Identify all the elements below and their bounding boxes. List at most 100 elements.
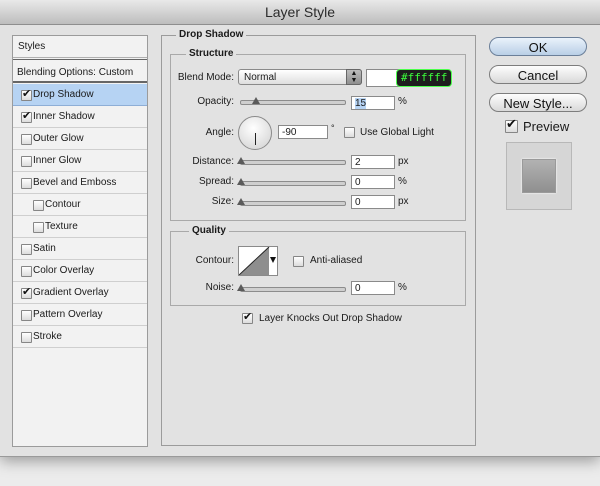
global-light-checkbox[interactable] bbox=[344, 127, 355, 138]
styles-list: Styles Blending Options: Custom ✔ Drop Sh… bbox=[12, 35, 148, 447]
style-item-satin[interactable]: Satin bbox=[13, 238, 147, 260]
style-item-label: Pattern Overlay bbox=[33, 309, 103, 320]
styles-header[interactable]: Styles bbox=[13, 36, 147, 58]
distance-unit: px bbox=[398, 156, 409, 167]
spread-unit: % bbox=[398, 176, 407, 187]
style-item-pattern-overlay[interactable]: Pattern Overlay bbox=[13, 304, 147, 326]
noise-input[interactable]: 0 bbox=[351, 281, 395, 295]
spread-input[interactable]: 0 bbox=[351, 175, 395, 189]
structure-title: Structure bbox=[186, 48, 237, 59]
knockout-check-icon: ✔ bbox=[243, 311, 253, 323]
quality-title: Quality bbox=[189, 225, 229, 236]
blending-options-item[interactable]: Blending Options: Custom bbox=[13, 59, 147, 83]
style-item-drop-shadow[interactable]: ✔ Drop Shadow bbox=[13, 84, 147, 106]
opacity-unit: % bbox=[398, 96, 407, 107]
style-item-label: Bevel and Emboss bbox=[33, 177, 117, 188]
blend-mode-arrows-icon[interactable]: ▲ ▼ bbox=[346, 69, 362, 85]
new-style-button[interactable]: New Style... bbox=[489, 93, 587, 112]
check-icon: ✔ bbox=[22, 110, 32, 122]
size-label: Size: bbox=[211, 196, 234, 207]
blend-mode-select[interactable]: Normal bbox=[238, 69, 362, 85]
style-item-texture[interactable]: Texture bbox=[13, 216, 147, 238]
distance-slider-track[interactable] bbox=[240, 160, 346, 165]
contour-label: Contour: bbox=[195, 255, 234, 266]
size-slider-track[interactable] bbox=[240, 201, 346, 206]
noise-slider-track[interactable] bbox=[240, 287, 346, 292]
style-item-label: Inner Glow bbox=[33, 155, 82, 166]
style-item-checkbox[interactable] bbox=[21, 244, 32, 255]
contour-picker[interactable] bbox=[238, 246, 278, 276]
opacity-label: Opacity: bbox=[197, 96, 234, 107]
quality-group bbox=[170, 231, 466, 306]
shadow-color-hex: #ffffff bbox=[396, 69, 453, 87]
style-item-checkbox[interactable] bbox=[21, 332, 32, 343]
spread-slider-thumb[interactable] bbox=[237, 178, 245, 185]
style-item-label: Outer Glow bbox=[33, 133, 84, 144]
angle-label: Angle: bbox=[205, 127, 234, 138]
angle-input[interactable]: -90 bbox=[278, 125, 328, 139]
style-preview bbox=[506, 142, 572, 210]
style-item-label: Gradient Overlay bbox=[33, 287, 109, 298]
opacity-slider-thumb[interactable] bbox=[251, 97, 260, 104]
style-item-stroke[interactable]: Stroke bbox=[13, 326, 147, 348]
style-item-contour[interactable]: Contour bbox=[13, 194, 147, 216]
check-icon: ✔ bbox=[22, 286, 32, 298]
style-item-label: Contour bbox=[45, 199, 81, 210]
angle-unit: ° bbox=[331, 123, 335, 133]
style-preview-swatch bbox=[522, 159, 556, 193]
style-item-label: Color Overlay bbox=[33, 265, 95, 276]
style-item-checkbox[interactable] bbox=[33, 222, 44, 233]
check-icon: ✔ bbox=[22, 88, 32, 100]
cancel-button[interactable]: Cancel bbox=[489, 65, 587, 84]
style-item-outer-glow[interactable]: Outer Glow bbox=[13, 128, 147, 150]
style-item-checkbox[interactable] bbox=[33, 200, 44, 211]
anti-aliased-label: Anti-aliased bbox=[310, 255, 363, 266]
size-input[interactable]: 0 bbox=[351, 195, 395, 209]
style-item-checkbox[interactable]: ✔ bbox=[21, 286, 32, 299]
blend-mode-label: Blend Mode: bbox=[177, 72, 234, 83]
distance-input[interactable]: 2 bbox=[351, 155, 395, 169]
knockout-checkbox[interactable]: ✔ bbox=[242, 311, 253, 324]
distance-label: Distance: bbox=[192, 156, 234, 167]
style-item-color-overlay[interactable]: Color Overlay bbox=[13, 260, 147, 282]
style-item-checkbox[interactable] bbox=[21, 156, 32, 167]
preview-checkbox[interactable]: ✔ bbox=[505, 116, 518, 133]
style-item-label: Inner Shadow bbox=[33, 111, 95, 122]
angle-needle-icon bbox=[255, 133, 256, 145]
window-title: Layer Style bbox=[0, 0, 600, 25]
style-item-checkbox[interactable] bbox=[21, 134, 32, 145]
noise-slider-thumb[interactable] bbox=[237, 284, 245, 291]
noise-unit: % bbox=[398, 282, 407, 293]
contour-curve-icon bbox=[239, 247, 276, 275]
spread-label: Spread: bbox=[198, 176, 234, 187]
size-unit: px bbox=[398, 196, 409, 207]
style-item-inner-glow[interactable]: Inner Glow bbox=[13, 150, 147, 172]
style-item-label: Texture bbox=[45, 221, 78, 232]
style-item-checkbox[interactable] bbox=[21, 266, 32, 277]
anti-aliased-checkbox[interactable] bbox=[293, 256, 304, 267]
style-item-label: Satin bbox=[33, 243, 56, 254]
style-item-checkbox[interactable] bbox=[21, 178, 32, 189]
layer-style-dialog: Layer Style Styles Blending Options: Cus… bbox=[0, 0, 600, 457]
angle-dial[interactable] bbox=[238, 116, 272, 150]
blend-mode-value: Normal bbox=[244, 72, 277, 83]
knockout-label: Layer Knocks Out Drop Shadow bbox=[259, 313, 402, 324]
style-item-checkbox[interactable] bbox=[21, 310, 32, 321]
style-item-checkbox[interactable]: ✔ bbox=[21, 110, 32, 123]
ok-button[interactable]: OK bbox=[489, 37, 587, 56]
style-item-bevel-and-emboss[interactable]: Bevel and Emboss bbox=[13, 172, 147, 194]
style-item-checkbox[interactable]: ✔ bbox=[21, 88, 32, 101]
spread-slider-track[interactable] bbox=[240, 181, 346, 186]
style-item-gradient-overlay[interactable]: ✔ Gradient Overlay bbox=[13, 282, 147, 304]
preview-check-icon: ✔ bbox=[506, 116, 517, 131]
preview-label: Preview bbox=[523, 119, 570, 134]
distance-slider-thumb[interactable] bbox=[237, 157, 245, 164]
style-item-inner-shadow[interactable]: ✔ Inner Shadow bbox=[13, 106, 147, 128]
opacity-input[interactable]: 15 bbox=[351, 96, 395, 110]
style-item-label: Stroke bbox=[33, 331, 62, 342]
noise-label: Noise: bbox=[205, 282, 234, 293]
opacity-value: 15 bbox=[355, 98, 367, 109]
size-slider-thumb[interactable] bbox=[237, 198, 245, 205]
style-item-label: Drop Shadow bbox=[33, 89, 94, 100]
global-light-label: Use Global Light bbox=[360, 127, 434, 138]
